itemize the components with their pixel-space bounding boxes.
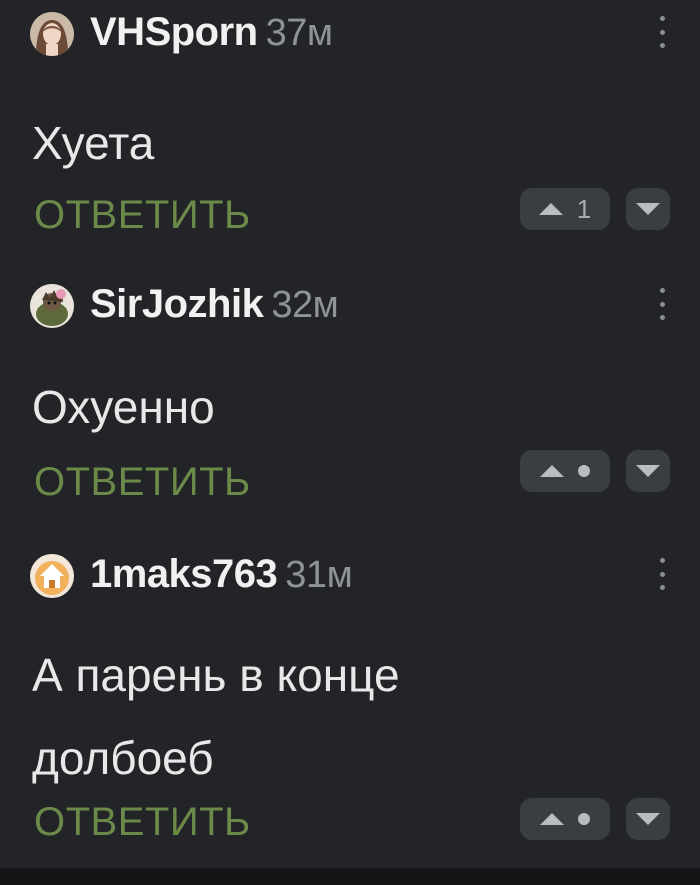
username[interactable]: SirJozhik 32м xyxy=(90,282,339,327)
comment-text-line: долбоеб xyxy=(32,732,214,784)
upvote-button[interactable] xyxy=(520,798,610,840)
timestamp: 37м xyxy=(265,12,333,54)
more-options-icon[interactable] xyxy=(652,16,672,48)
comment-text: Хуета xyxy=(32,102,154,185)
comment-text-line: Хуета xyxy=(32,117,155,169)
avatar[interactable] xyxy=(30,284,74,328)
username[interactable]: 1maks763 31м xyxy=(90,552,353,597)
arrow-up-icon xyxy=(538,203,563,215)
reply-button[interactable]: ОТВЕТИТЬ xyxy=(34,193,251,238)
username-text[interactable]: 1maks763 xyxy=(90,552,278,596)
arrow-down-icon xyxy=(636,813,660,825)
reply-button[interactable]: ОТВЕТИТЬ xyxy=(34,460,251,505)
username-text[interactable]: SirJozhik xyxy=(90,282,264,326)
bottom-bar xyxy=(0,868,700,885)
upvote-button[interactable] xyxy=(520,450,610,492)
downvote-button[interactable] xyxy=(626,450,670,492)
avatar-cartoon-house-icon xyxy=(30,554,74,598)
arrow-down-icon xyxy=(636,203,660,215)
comment-text: А парень в конце долбоеб xyxy=(32,634,400,800)
comment-header: 1maks763 31м xyxy=(0,548,700,598)
downvote-button[interactable] xyxy=(626,188,670,230)
comment-header: SirJozhik 32м xyxy=(0,278,700,328)
more-options-icon[interactable] xyxy=(652,558,672,590)
upvote-button[interactable]: 1 xyxy=(520,188,610,230)
avatar-girl-portrait-icon xyxy=(30,12,74,56)
vote-dot-icon xyxy=(578,813,590,825)
vote-score: 1 xyxy=(576,193,592,224)
username-text[interactable]: VHSporn xyxy=(90,10,258,54)
downvote-button[interactable] xyxy=(626,798,670,840)
avatar[interactable] xyxy=(30,12,74,56)
avatar[interactable] xyxy=(30,554,74,598)
reply-button[interactable]: ОТВЕТИТЬ xyxy=(34,800,251,845)
vote-dot-icon xyxy=(578,465,590,477)
comment-text: Охуенно xyxy=(32,366,215,449)
comment-text-line: Охуенно xyxy=(32,381,215,433)
username[interactable]: VHSporn 37м xyxy=(90,10,333,55)
timestamp: 31м xyxy=(285,554,353,596)
arrow-up-icon xyxy=(540,465,564,477)
more-options-icon[interactable] xyxy=(652,288,672,320)
avatar-soldier-hedgehog-icon xyxy=(30,284,74,328)
timestamp: 32м xyxy=(271,284,339,326)
arrow-down-icon xyxy=(636,465,660,477)
comment-text-line: А парень в конце xyxy=(32,649,400,701)
comment-header: VHSporn 37м xyxy=(0,6,700,56)
arrow-up-icon xyxy=(540,813,564,825)
